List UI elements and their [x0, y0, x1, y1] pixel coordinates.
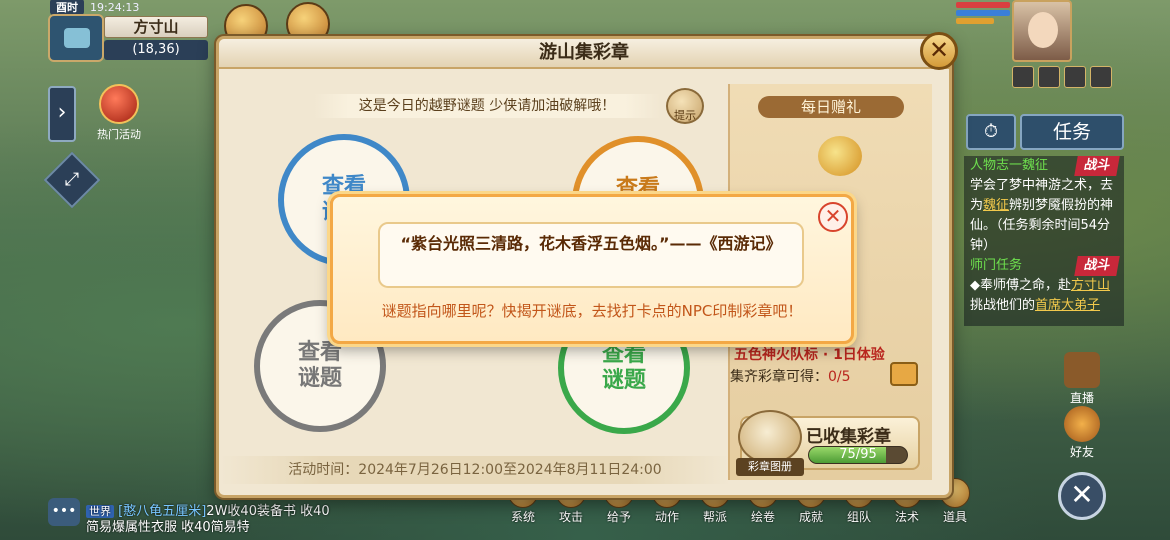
buff-row: [1012, 66, 1112, 88]
buff-icon[interactable]: [1090, 66, 1112, 88]
menu-label: 组队: [846, 510, 871, 524]
period-label: 酉时: [50, 0, 84, 15]
gift-icon[interactable]: [818, 136, 862, 176]
close-icon: ✕: [1070, 478, 1094, 511]
clock-label: 19:24:13: [90, 0, 140, 14]
quest-link[interactable]: 魏征: [983, 198, 1009, 213]
quest-text: 挑战他们的: [970, 298, 1036, 313]
stamp-book-icon[interactable]: [738, 410, 802, 464]
quest-tag: 战斗: [1074, 156, 1120, 176]
hint-button[interactable]: 提示: [666, 88, 704, 124]
right-tabs: ⏱ 任务: [966, 114, 1124, 150]
hot-activity-button[interactable]: 热门活动: [90, 84, 148, 142]
riddle-hint: 谜题指向哪里呢？快揭开谜底，去找打卡点的NPC印制彩章吧！: [381, 302, 803, 320]
time-display: 酉时 19:24:13: [50, 0, 215, 15]
chat-message[interactable]: 世界 [憨八龟五厘米]2W收40装备书 收40简易爆属性衣服 收40简易特: [86, 504, 336, 536]
live-label: 直播: [1069, 391, 1094, 405]
buff-icon[interactable]: [1012, 66, 1034, 88]
riddle-quote: “紫台光照三清路，花木香浮五色烟。”——《西游记》: [378, 222, 804, 288]
popup-close-button[interactable]: ✕: [818, 202, 848, 232]
chest-icon[interactable]: [890, 362, 918, 386]
circle-label: 谜题: [601, 368, 646, 393]
mp-bar: [956, 10, 1010, 16]
quest-text: ◆奉师傅之命，赴: [970, 278, 1071, 293]
quest-name: 师门任务: [970, 258, 1023, 273]
menu-label: 帮派: [702, 510, 727, 524]
quest-tag: 战斗: [1074, 256, 1120, 276]
collected-title: 已收集彩章: [806, 427, 891, 447]
menu-label: 系统: [510, 510, 535, 524]
lantern-icon: [99, 84, 139, 124]
quest-title: 人物志一魏征 战斗: [970, 156, 1120, 176]
player-avatar[interactable]: [1012, 0, 1072, 62]
activity-time: 活动时间：2024年7月26日12:00至2024年8月11日24:00: [220, 456, 730, 484]
minimap[interactable]: [48, 14, 104, 62]
chat-sender[interactable]: [憨八龟五厘米]: [118, 504, 206, 519]
close-icon: ✕: [928, 36, 950, 64]
quest-name: 人物志一魏征: [970, 158, 1049, 173]
quest-link[interactable]: 方寸山: [1071, 278, 1110, 293]
circle-label: 查看: [297, 340, 342, 365]
menu-label: 道具: [942, 510, 967, 524]
handshake-icon: [1064, 406, 1100, 442]
stamp-label: 集齐彩章可得：: [730, 369, 828, 385]
friends-button[interactable]: 好友: [1062, 406, 1102, 460]
hp-bar: [956, 2, 1010, 8]
arrows-icon: ⤢: [64, 169, 80, 190]
menu-label: 法术: [894, 510, 919, 524]
location-name: 方寸山: [104, 16, 208, 38]
stamp-book-label[interactable]: 彩章图册: [736, 458, 804, 476]
hint-label: 提示: [674, 109, 696, 122]
fullscreen-toggle[interactable]: ⤢: [43, 151, 101, 209]
sp-bar: [956, 18, 994, 24]
dialog-title: 游山集彩章: [219, 39, 949, 69]
menu-close-button[interactable]: ✕: [1058, 472, 1106, 520]
quest-desc: 学会了梦中神游之术，去为魏征辨别梦魇假扮的神仙。（任务剩余时间54分钟）: [970, 176, 1118, 256]
chat-button[interactable]: •••: [48, 498, 80, 526]
stamp-count: 0/5: [828, 369, 851, 385]
dialog-close-button[interactable]: ✕: [920, 32, 958, 70]
clock-icon: ⏱: [983, 121, 999, 142]
chat-icon: •••: [51, 503, 77, 519]
chat-channel: 世界: [86, 505, 114, 518]
live-button[interactable]: 直播: [1062, 352, 1102, 406]
menu-label: 给予: [606, 510, 631, 524]
status-bars: [956, 2, 1010, 32]
buff-icon[interactable]: [1064, 66, 1086, 88]
progress-text: 75/95: [839, 447, 877, 462]
hot-activity-label: 热门活动: [97, 128, 141, 141]
quest-title: 师门任务 战斗: [970, 256, 1120, 276]
task-tab[interactable]: 任务: [1020, 114, 1124, 150]
tv-icon: [1064, 352, 1100, 388]
buff-icon[interactable]: [1038, 66, 1060, 88]
menu-label: 成就: [798, 510, 823, 524]
quest-desc: ◆奉师傅之命，赴方寸山挑战他们的首席大弟子: [970, 276, 1118, 316]
daily-gift-title: 每日赠礼: [758, 96, 904, 118]
reward-text: 五色神火队标 · 1日体验: [734, 347, 885, 363]
circle-label: 查看: [601, 342, 646, 367]
quest-panel[interactable]: 人物志一魏征 战斗 学会了梦中神游之术，去为魏征辨别梦魇假扮的神仙。（任务剩余时…: [964, 156, 1124, 326]
riddle-banner: 这是今日的越野谜题 少侠请加油破解哦！: [314, 94, 660, 118]
side-expand-button[interactable]: ›: [48, 86, 76, 142]
menu-label: 绘卷: [750, 510, 775, 524]
clock-tab[interactable]: ⏱: [966, 114, 1016, 150]
close-icon: ✕: [824, 204, 842, 228]
quest-link[interactable]: 首席大弟子: [1035, 298, 1100, 313]
menu-label: 动作: [654, 510, 679, 524]
circle-label: 谜题: [297, 366, 342, 391]
menu-label: 攻击: [558, 510, 583, 524]
collected-progress: 75/95: [808, 446, 908, 464]
location-coords: (18,36): [104, 40, 208, 60]
friends-label: 好友: [1069, 445, 1094, 459]
